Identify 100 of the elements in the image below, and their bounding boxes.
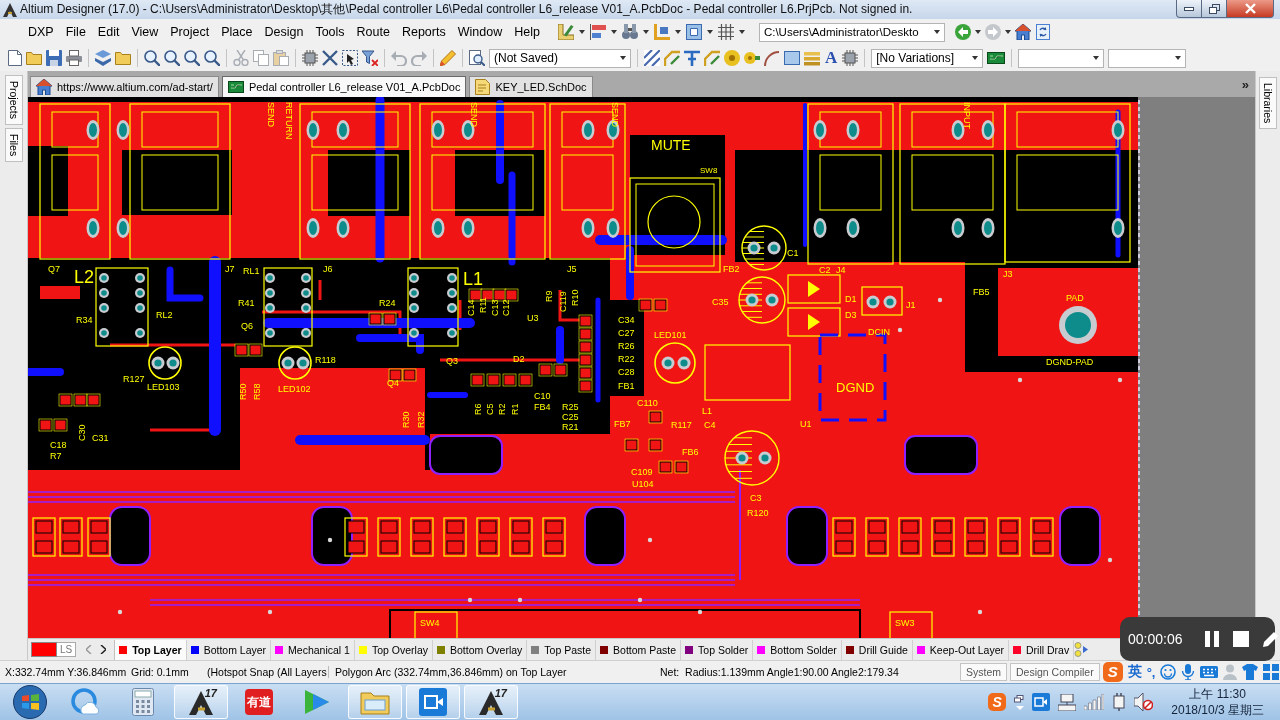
network-icon[interactable] bbox=[1058, 693, 1077, 711]
refresh-icon[interactable] bbox=[1034, 24, 1051, 40]
layer-tab[interactable]: Top Paste bbox=[527, 639, 597, 660]
zoom-icon[interactable] bbox=[144, 50, 160, 66]
folder-icon[interactable] bbox=[115, 50, 131, 66]
muted-speaker-icon[interactable] bbox=[1134, 693, 1154, 711]
layer-set-button[interactable]: LS bbox=[57, 642, 77, 657]
tab-overflow-button[interactable]: » bbox=[1241, 76, 1249, 92]
panel-tab[interactable]: Files bbox=[4, 127, 23, 163]
close-button[interactable] bbox=[1227, 0, 1274, 18]
home-icon[interactable] bbox=[1014, 24, 1031, 40]
menu-item[interactable]: Tools bbox=[309, 23, 351, 41]
minimize-button[interactable] bbox=[1176, 0, 1202, 18]
rectangle-icon[interactable] bbox=[784, 50, 800, 66]
layers-icon[interactable] bbox=[95, 50, 111, 66]
branch-icon[interactable] bbox=[684, 50, 700, 66]
text-tool-button[interactable]: A bbox=[824, 50, 839, 66]
caret-icon[interactable] bbox=[610, 30, 617, 34]
input-mode-toggle[interactable]: 英 bbox=[1127, 663, 1142, 681]
layer-tab[interactable]: Bottom Paste bbox=[596, 639, 682, 660]
layer-tab[interactable]: Bottom Layer bbox=[186, 639, 272, 660]
pen-icon[interactable] bbox=[1262, 631, 1279, 647]
layer-tab[interactable]: Drill Drav bbox=[1009, 639, 1075, 660]
dropdown-field[interactable] bbox=[1018, 48, 1105, 68]
circuit-board-icon[interactable] bbox=[987, 50, 1006, 66]
document-tab[interactable]: KEY_LED.SchDoc bbox=[469, 76, 593, 97]
layer-tab[interactable]: Top Layer bbox=[114, 639, 187, 660]
document-tab[interactable]: Pedal controller L6_release V01_A.PcbDoc bbox=[221, 76, 467, 97]
shirt-icon[interactable] bbox=[1242, 664, 1259, 680]
video-camera-icon[interactable] bbox=[1032, 693, 1051, 711]
menu-item[interactable]: Edit bbox=[91, 23, 126, 41]
cross-icon[interactable] bbox=[322, 50, 338, 66]
new-document-icon[interactable] bbox=[8, 50, 22, 66]
pad-icon[interactable] bbox=[744, 50, 760, 66]
smiley-icon[interactable] bbox=[1160, 664, 1177, 680]
pencil-icon[interactable] bbox=[440, 50, 456, 66]
taskbar-button[interactable]: 17 bbox=[174, 685, 228, 719]
grid-icon[interactable] bbox=[717, 24, 734, 40]
pause-icon[interactable] bbox=[1204, 631, 1219, 647]
chip-icon[interactable] bbox=[842, 50, 859, 66]
power-plug-icon[interactable] bbox=[1112, 693, 1127, 711]
menu-item[interactable]: Project bbox=[164, 23, 216, 41]
restore-button[interactable] bbox=[1202, 0, 1227, 18]
menu-item[interactable]: Place bbox=[215, 23, 259, 41]
layer-tab[interactable]: Drill Guide bbox=[841, 639, 913, 660]
arc-icon[interactable] bbox=[764, 50, 780, 66]
zoom-icon[interactable] bbox=[184, 50, 200, 66]
more-layers-icon[interactable] bbox=[1074, 642, 1089, 657]
chevron-right-icon[interactable] bbox=[100, 645, 107, 654]
panel-tab[interactable]: Projects bbox=[4, 75, 23, 125]
layer-tab[interactable]: Bottom Solder bbox=[753, 639, 842, 660]
panel-button[interactable]: Design Compiler bbox=[1010, 663, 1100, 681]
configuration-dropdown[interactable]: (Not Saved) bbox=[489, 48, 631, 68]
path-dropdown[interactable]: C:\Users\Administrator\Deskto bbox=[758, 22, 945, 42]
route-icon[interactable] bbox=[704, 50, 720, 66]
document-tab[interactable]: https://www.altium.com/ad-start/ bbox=[30, 76, 219, 97]
zoom-document-icon[interactable] bbox=[469, 50, 485, 66]
stack-icon[interactable] bbox=[804, 50, 820, 66]
microphone-icon[interactable] bbox=[1181, 664, 1196, 680]
layer-tab[interactable]: Top Solder bbox=[681, 639, 754, 660]
stop-icon[interactable] bbox=[1232, 631, 1249, 647]
panel-tab[interactable]: Libraries bbox=[1259, 77, 1277, 130]
panel-button[interactable]: System bbox=[960, 663, 1007, 681]
save-icon[interactable] bbox=[46, 50, 62, 66]
caret-icon[interactable] bbox=[674, 30, 681, 34]
layer-tab[interactable]: Top Overlay bbox=[354, 639, 433, 660]
taskbar-button[interactable]: 17 bbox=[464, 685, 518, 719]
caret-icon[interactable] bbox=[578, 30, 585, 34]
clear-filter-icon[interactable] bbox=[362, 50, 378, 66]
variations-dropdown[interactable]: [No Variations] bbox=[871, 48, 984, 68]
layer-tab[interactable]: Mechanical 1 bbox=[271, 639, 355, 660]
menu-item[interactable]: Route bbox=[350, 23, 396, 41]
folder-icon[interactable] bbox=[26, 50, 42, 66]
taskbar-button[interactable] bbox=[406, 685, 460, 719]
menu-item[interactable]: Design bbox=[258, 23, 310, 41]
caret-icon[interactable] bbox=[974, 30, 981, 34]
chip-icon[interactable] bbox=[302, 50, 318, 66]
layer-tab[interactable]: Bottom Overlay bbox=[433, 639, 528, 660]
apps-icon[interactable] bbox=[1263, 664, 1280, 680]
hatched-square-icon[interactable] bbox=[644, 50, 660, 66]
route-icon[interactable] bbox=[664, 50, 680, 66]
selection-icon[interactable] bbox=[342, 50, 358, 66]
menu-item[interactable]: Window bbox=[451, 23, 509, 41]
punctuation-toggle[interactable]: °, bbox=[1146, 664, 1156, 680]
caret-icon[interactable] bbox=[1004, 30, 1011, 34]
align-icon[interactable] bbox=[589, 24, 606, 40]
binoculars-icon[interactable] bbox=[621, 24, 638, 40]
menu-item[interactable]: Help bbox=[508, 23, 546, 41]
zoom-icon[interactable] bbox=[164, 50, 180, 66]
show-hidden-icons-icon[interactable] bbox=[1014, 694, 1025, 710]
menu-item[interactable]: File bbox=[59, 23, 92, 41]
corner-icon[interactable] bbox=[653, 24, 670, 40]
signal-icon[interactable] bbox=[1084, 694, 1105, 710]
sheet-icon[interactable] bbox=[685, 24, 702, 40]
dropdown-field[interactable] bbox=[1108, 48, 1187, 68]
caret-icon[interactable] bbox=[738, 30, 745, 34]
caret-icon[interactable] bbox=[642, 30, 649, 34]
menu-item[interactable]: View bbox=[125, 23, 165, 41]
layer-tab[interactable]: Keep-Out Layer bbox=[912, 639, 1009, 660]
taskbar-button[interactable]: 有道 bbox=[232, 685, 286, 719]
